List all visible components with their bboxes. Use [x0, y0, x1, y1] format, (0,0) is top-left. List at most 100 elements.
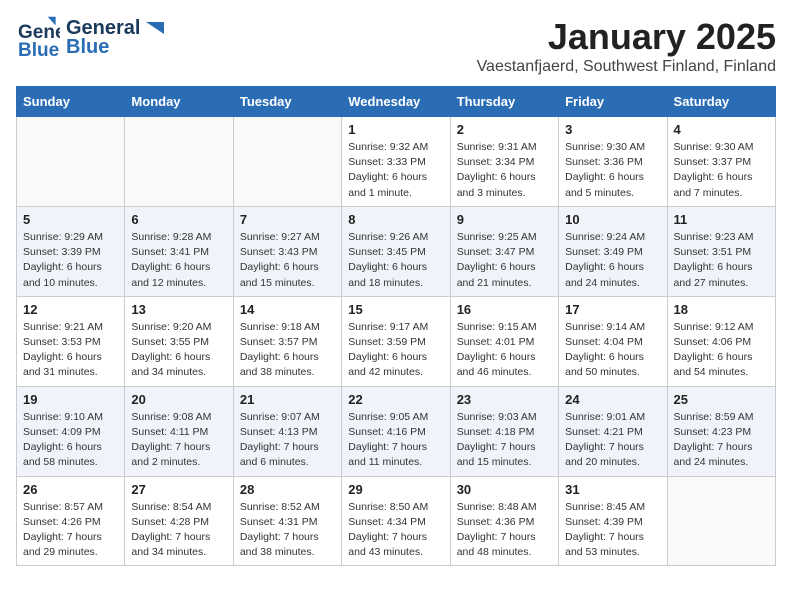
- day-number: 19: [23, 392, 118, 407]
- logo: General Blue General Blue: [16, 16, 164, 60]
- day-cell: 4 Sunrise: 9:30 AM Sunset: 3:37 PM Daylig…: [667, 117, 775, 207]
- day-cell: 22 Sunrise: 9:05 AM Sunset: 4:16 PM Dayli…: [342, 386, 450, 476]
- day-cell: [667, 476, 775, 566]
- day-cell: 20Sunrise: 9:08 AM Sunset: 4:11 PM Dayli…: [125, 386, 233, 476]
- day-info: Sunrise: 8:52 AM Sunset: 4:31 PM Dayligh…: [240, 500, 335, 561]
- day-cell: 23 Sunrise: 9:03 AM Sunset: 4:18 PM Dayli…: [450, 386, 558, 476]
- day-number: 14: [240, 302, 335, 317]
- day-number: 23: [457, 392, 552, 407]
- day-cell: 10Sunrise: 9:24 AM Sunset: 3:49 PM Dayli…: [559, 206, 667, 296]
- week-row-3: 12Sunrise: 9:21 AM Sunset: 3:53 PM Dayli…: [17, 296, 776, 386]
- day-number: 8: [348, 212, 443, 227]
- day-info: Sunrise: 9:27 AM Sunset: 3:43 PM Dayligh…: [240, 230, 335, 291]
- day-cell: 16Sunrise: 9:15 AM Sunset: 4:01 PM Dayli…: [450, 296, 558, 386]
- day-info: Sunrise: 9:01 AM Sunset: 4:21 PM Dayligh…: [565, 410, 660, 471]
- day-cell: 11 Sunrise: 9:23 AM Sunset: 3:51 PM Dayli…: [667, 206, 775, 296]
- day-number: 24: [565, 392, 660, 407]
- col-header-sunday: Sunday: [17, 87, 125, 117]
- day-info: Sunrise: 9:05 AM Sunset: 4:16 PM Dayligh…: [348, 410, 443, 471]
- day-info: Sunrise: 8:48 AM Sunset: 4:36 PM Dayligh…: [457, 500, 552, 561]
- col-header-tuesday: Tuesday: [233, 87, 341, 117]
- day-info: Sunrise: 9:30 AM Sunset: 3:37 PM Dayligh…: [674, 140, 769, 201]
- day-info: Sunrise: 9:03 AM Sunset: 4:18 PM Dayligh…: [457, 410, 552, 471]
- location-subtitle: Vaestanfjaerd, Southwest Finland, Finlan…: [477, 58, 776, 76]
- day-number: 30: [457, 482, 552, 497]
- day-number: 11: [674, 212, 769, 227]
- day-number: 1: [348, 122, 443, 137]
- day-info: Sunrise: 9:23 AM Sunset: 3:51 PM Dayligh…: [674, 230, 769, 291]
- day-number: 26: [23, 482, 118, 497]
- day-number: 28: [240, 482, 335, 497]
- day-number: 25: [674, 392, 769, 407]
- day-cell: 8 Sunrise: 9:26 AM Sunset: 3:45 PM Daylig…: [342, 206, 450, 296]
- day-number: 29: [348, 482, 443, 497]
- day-cell: 31Sunrise: 8:45 AM Sunset: 4:39 PM Dayli…: [559, 476, 667, 566]
- day-number: 9: [457, 212, 552, 227]
- day-number: 7: [240, 212, 335, 227]
- week-row-1: 1Sunrise: 9:32 AM Sunset: 3:33 PM Daylig…: [17, 117, 776, 207]
- day-info: Sunrise: 8:50 AM Sunset: 4:34 PM Dayligh…: [348, 500, 443, 561]
- col-header-friday: Friday: [559, 87, 667, 117]
- month-title: January 2025: [477, 16, 776, 58]
- col-header-saturday: Saturday: [667, 87, 775, 117]
- day-number: 18: [674, 302, 769, 317]
- day-cell: 12Sunrise: 9:21 AM Sunset: 3:53 PM Dayli…: [17, 296, 125, 386]
- day-cell: 9 Sunrise: 9:25 AM Sunset: 3:47 PM Daylig…: [450, 206, 558, 296]
- calendar-header-row: SundayMondayTuesdayWednesdayThursdayFrid…: [17, 87, 776, 117]
- svg-text:Blue: Blue: [18, 40, 59, 60]
- col-header-thursday: Thursday: [450, 87, 558, 117]
- day-cell: 17Sunrise: 9:14 AM Sunset: 4:04 PM Dayli…: [559, 296, 667, 386]
- day-info: Sunrise: 9:14 AM Sunset: 4:04 PM Dayligh…: [565, 320, 660, 381]
- day-cell: 1Sunrise: 9:32 AM Sunset: 3:33 PM Daylig…: [342, 117, 450, 207]
- day-cell: 5 Sunrise: 9:29 AM Sunset: 3:39 PM Daylig…: [17, 206, 125, 296]
- day-number: 2: [457, 122, 552, 137]
- day-info: Sunrise: 8:57 AM Sunset: 4:26 PM Dayligh…: [23, 500, 118, 561]
- day-cell: 6Sunrise: 9:28 AM Sunset: 3:41 PM Daylig…: [125, 206, 233, 296]
- day-info: Sunrise: 9:25 AM Sunset: 3:47 PM Dayligh…: [457, 230, 552, 291]
- day-info: Sunrise: 9:26 AM Sunset: 3:45 PM Dayligh…: [348, 230, 443, 291]
- day-cell: 18 Sunrise: 9:12 AM Sunset: 4:06 PM Dayli…: [667, 296, 775, 386]
- day-cell: 25Sunrise: 8:59 AM Sunset: 4:23 PM Dayli…: [667, 386, 775, 476]
- col-header-wednesday: Wednesday: [342, 87, 450, 117]
- day-info: Sunrise: 9:08 AM Sunset: 4:11 PM Dayligh…: [131, 410, 226, 471]
- day-number: 3: [565, 122, 660, 137]
- day-number: 21: [240, 392, 335, 407]
- day-cell: 27Sunrise: 8:54 AM Sunset: 4:28 PM Dayli…: [125, 476, 233, 566]
- day-cell: 28 Sunrise: 8:52 AM Sunset: 4:31 PM Dayli…: [233, 476, 341, 566]
- calendar-table: SundayMondayTuesdayWednesdayThursdayFrid…: [16, 86, 776, 566]
- day-cell: 7 Sunrise: 9:27 AM Sunset: 3:43 PM Daylig…: [233, 206, 341, 296]
- col-header-monday: Monday: [125, 87, 233, 117]
- day-number: 12: [23, 302, 118, 317]
- day-cell: 14Sunrise: 9:18 AM Sunset: 3:57 PM Dayli…: [233, 296, 341, 386]
- day-number: 4: [674, 122, 769, 137]
- day-number: 15: [348, 302, 443, 317]
- day-number: 16: [457, 302, 552, 317]
- page-header: General Blue General Blue January 2025 V…: [16, 16, 776, 76]
- title-block: January 2025 Vaestanfjaerd, Southwest Fi…: [477, 16, 776, 76]
- day-cell: 21Sunrise: 9:07 AM Sunset: 4:13 PM Dayli…: [233, 386, 341, 476]
- day-cell: 29 Sunrise: 8:50 AM Sunset: 4:34 PM Dayli…: [342, 476, 450, 566]
- day-info: Sunrise: 9:20 AM Sunset: 3:55 PM Dayligh…: [131, 320, 226, 381]
- day-info: Sunrise: 9:17 AM Sunset: 3:59 PM Dayligh…: [348, 320, 443, 381]
- day-info: Sunrise: 9:30 AM Sunset: 3:36 PM Dayligh…: [565, 140, 660, 201]
- day-cell: 30 Sunrise: 8:48 AM Sunset: 4:36 PM Dayli…: [450, 476, 558, 566]
- day-number: 6: [131, 212, 226, 227]
- logo-triangle-icon: [142, 18, 164, 40]
- day-info: Sunrise: 8:45 AM Sunset: 4:39 PM Dayligh…: [565, 500, 660, 561]
- week-row-4: 19 Sunrise: 9:10 AM Sunset: 4:09 PM Dayli…: [17, 386, 776, 476]
- day-number: 13: [131, 302, 226, 317]
- day-cell: [17, 117, 125, 207]
- day-info: Sunrise: 9:29 AM Sunset: 3:39 PM Dayligh…: [23, 230, 118, 291]
- day-number: 22: [348, 392, 443, 407]
- day-info: Sunrise: 9:10 AM Sunset: 4:09 PM Dayligh…: [23, 410, 118, 471]
- day-cell: 13 Sunrise: 9:20 AM Sunset: 3:55 PM Dayli…: [125, 296, 233, 386]
- day-cell: 26 Sunrise: 8:57 AM Sunset: 4:26 PM Dayli…: [17, 476, 125, 566]
- day-cell: 3 Sunrise: 9:30 AM Sunset: 3:36 PM Daylig…: [559, 117, 667, 207]
- day-number: 27: [131, 482, 226, 497]
- day-info: Sunrise: 9:12 AM Sunset: 4:06 PM Dayligh…: [674, 320, 769, 381]
- day-cell: 19 Sunrise: 9:10 AM Sunset: 4:09 PM Dayli…: [17, 386, 125, 476]
- day-number: 5: [23, 212, 118, 227]
- day-info: Sunrise: 9:24 AM Sunset: 3:49 PM Dayligh…: [565, 230, 660, 291]
- logo-icon: General Blue: [16, 16, 60, 60]
- week-row-2: 5 Sunrise: 9:29 AM Sunset: 3:39 PM Daylig…: [17, 206, 776, 296]
